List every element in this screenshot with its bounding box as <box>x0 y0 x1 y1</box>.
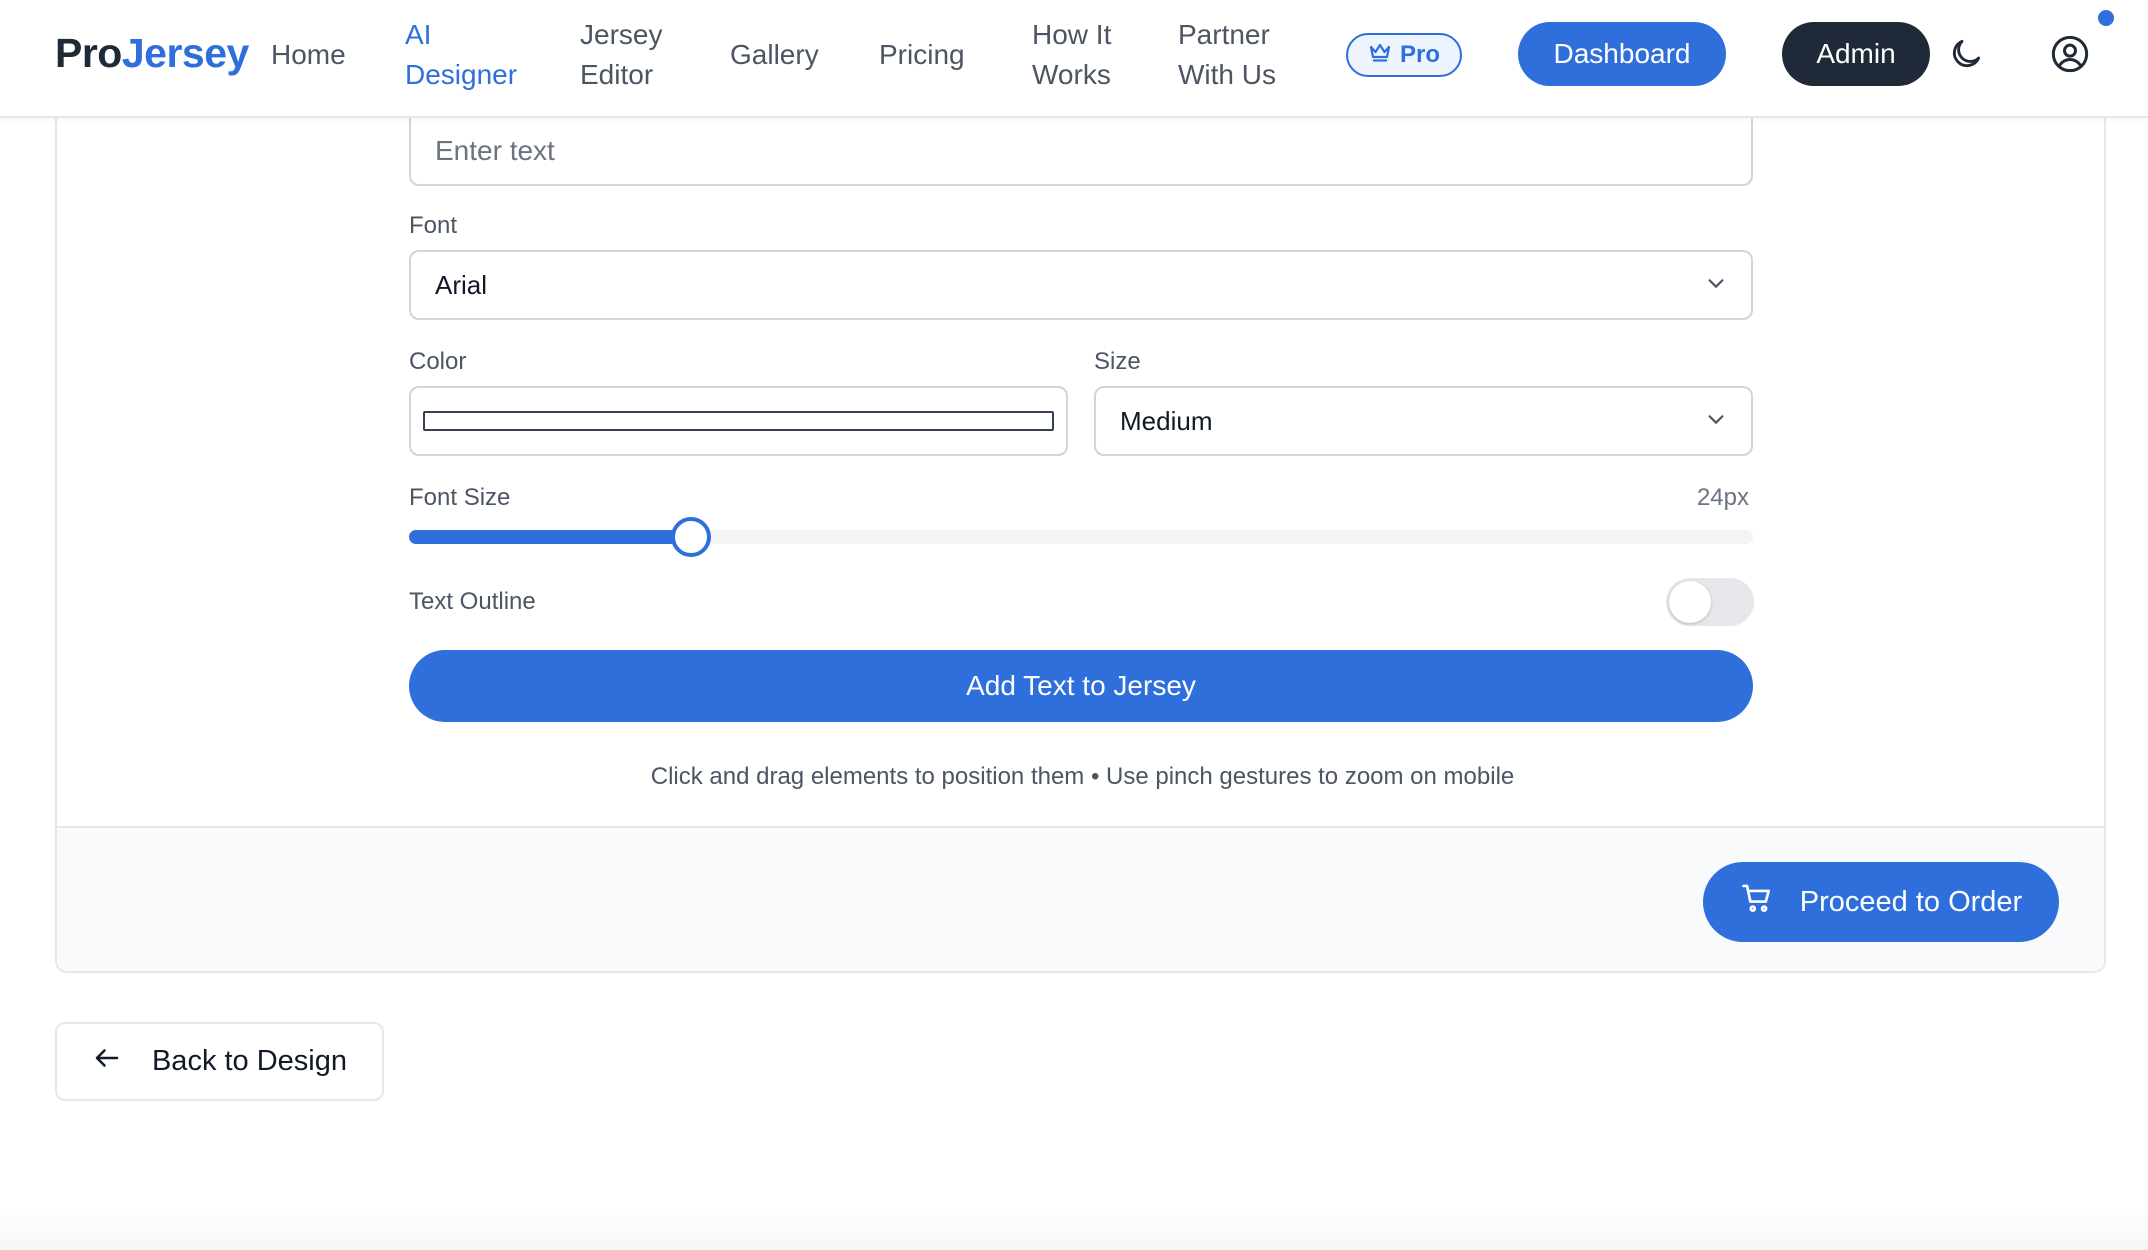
card-footer: Proceed to Order <box>57 826 2104 971</box>
font-size-slider-thumb[interactable] <box>671 517 712 557</box>
chevron-down-icon <box>1705 406 1727 437</box>
user-circle-icon[interactable] <box>2046 30 2094 78</box>
add-text-button[interactable]: Add Text to Jersey <box>409 650 1753 722</box>
size-select[interactable]: Medium <box>1094 386 1753 456</box>
nav-ai-designer-line-2: Designer <box>405 59 518 90</box>
text-outline-toggle[interactable] <box>1666 578 1754 626</box>
proceed-to-order-button[interactable]: Proceed to Order <box>1703 862 2059 942</box>
nav-jersey-editor-line-1: Jersey <box>580 19 663 50</box>
color-swatch <box>423 411 1054 431</box>
font-size-readout: 24px <box>1696 484 1749 511</box>
nav-partner-with-us[interactable]: Partner With Us <box>1178 15 1276 95</box>
size-select-value: Medium <box>1120 405 1213 436</box>
brand-logo-part-2: Jersey <box>121 30 249 76</box>
pro-badge[interactable]: Pro <box>1346 33 1462 77</box>
nav-jersey-editor-line-2: Editor <box>580 59 654 90</box>
proceed-to-order-label: Proceed to Order <box>1799 885 2023 918</box>
font-size-label: Font Size <box>409 484 511 511</box>
moon-icon[interactable] <box>1942 30 1990 78</box>
nav-ai-designer-line-1: AI <box>405 19 432 50</box>
nav-gallery[interactable]: Gallery <box>730 35 819 75</box>
admin-button[interactable]: Admin <box>1782 22 1930 86</box>
brand-logo[interactable]: Pro Jersey <box>55 30 249 77</box>
font-select-value: Arial <box>435 269 488 300</box>
nav-ai-designer[interactable]: AI Designer <box>405 15 517 95</box>
chevron-down-icon <box>1705 270 1727 301</box>
nav-pricing[interactable]: Pricing <box>879 35 965 75</box>
font-size-slider-fill <box>409 530 692 544</box>
font-label: Font <box>409 212 458 239</box>
back-to-design-label: Back to Design <box>151 1045 348 1077</box>
crown-icon <box>1368 41 1392 70</box>
pro-badge-label: Pro <box>1399 41 1440 68</box>
arrow-left-icon <box>92 1043 122 1081</box>
font-size-slider[interactable] <box>409 517 1753 557</box>
page-bottom-edge <box>0 1210 2148 1250</box>
color-label: Color <box>409 348 467 375</box>
nav-how-it-works-line-1: How It <box>1032 19 1112 50</box>
nav-partner-line-2: With Us <box>1178 59 1276 90</box>
text-input[interactable] <box>409 116 1753 186</box>
drag-hint-text: Click and drag elements to position them… <box>650 763 1515 790</box>
back-to-design-button[interactable]: Back to Design <box>55 1022 384 1101</box>
toggle-knob <box>1669 581 1711 623</box>
text-outline-label: Text Outline <box>409 588 536 615</box>
nav-how-it-works-line-2: Works <box>1032 59 1111 90</box>
dashboard-button[interactable]: Dashboard <box>1518 22 1726 86</box>
color-picker[interactable] <box>409 386 1068 456</box>
size-label: Size <box>1094 348 1141 375</box>
font-select[interactable]: Arial <box>409 250 1753 320</box>
nav-partner-line-1: Partner <box>1178 19 1270 50</box>
text-editor-card: Font Arial Color Size Medium Font Size 2… <box>55 60 2106 973</box>
brand-logo-part-1: Pro <box>55 30 122 76</box>
top-navbar: Pro Jersey Home AI Designer Jersey Editor… <box>0 0 2148 118</box>
nav-home[interactable]: Home <box>271 35 346 75</box>
cart-icon <box>1740 881 1774 923</box>
nav-jersey-editor[interactable]: Jersey Editor <box>580 15 662 95</box>
notification-dot <box>2098 10 2114 26</box>
nav-how-it-works[interactable]: How It Works <box>1032 15 1111 95</box>
